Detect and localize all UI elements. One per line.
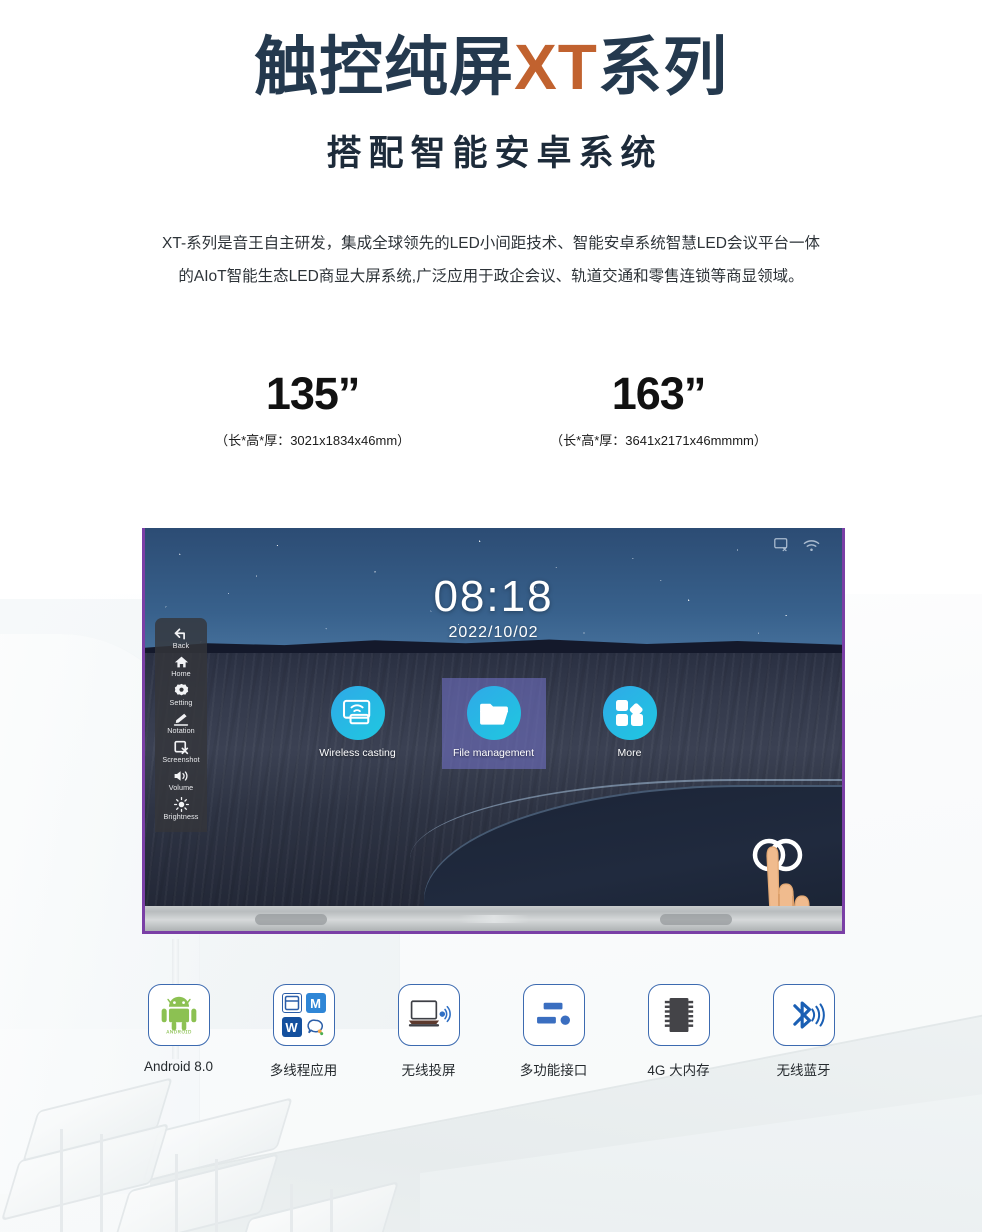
- app-wireless-casting[interactable]: Wireless casting: [306, 678, 410, 769]
- window-tile-icon: [281, 993, 302, 1013]
- cast-disconnected-icon[interactable]: [774, 538, 791, 552]
- size-inch-label: 135”: [265, 368, 361, 420]
- app-tile-w-icon: W: [281, 1017, 302, 1037]
- app-label: Wireless casting: [319, 747, 396, 759]
- app-more[interactable]: More: [578, 678, 682, 769]
- dock-item-back[interactable]: Back: [155, 625, 207, 653]
- wifi-icon[interactable]: [803, 539, 820, 552]
- device-bezel: [145, 906, 842, 934]
- back-arrow-icon: [155, 627, 207, 641]
- memory-chip-icon: [647, 984, 710, 1046]
- feature-label: 无线蓝牙: [776, 1063, 831, 1078]
- device-screen: 08:18 2022/10/02 Back Home Setting Notat…: [145, 528, 842, 906]
- feature-bluetooth[interactable]: 无线蓝牙: [763, 984, 845, 1079]
- title-part-2: 系列: [597, 31, 728, 103]
- dock-label: Setting: [169, 697, 193, 707]
- clock-date: 2022/10/02: [448, 624, 539, 641]
- brightness-icon: [155, 796, 207, 812]
- feature-label: 多功能接口: [519, 1063, 588, 1078]
- size-options: 135” （长*高*厚：3021x1834x46mm） 163” （长*高*厚：…: [0, 371, 982, 449]
- app-label: File management: [452, 747, 535, 759]
- feature-multi-port[interactable]: 多功能接口: [513, 984, 595, 1079]
- dock-label: Notation: [167, 725, 195, 735]
- dock-item-setting[interactable]: Setting: [155, 681, 207, 710]
- clock-widget: 08:18 2022/10/02: [145, 572, 842, 642]
- feature-label: 多线程应用: [269, 1063, 338, 1078]
- feature-label: Android 8.0: [143, 1059, 214, 1074]
- app-tile-m-icon: M: [305, 993, 326, 1013]
- feature-label: 4G 大内存: [647, 1063, 710, 1078]
- screen-cast-icon: [330, 686, 385, 740]
- app-file-management[interactable]: File management: [441, 678, 546, 769]
- led-display-device: 08:18 2022/10/02 Back Home Setting Notat…: [142, 528, 845, 942]
- multi-port-icon: [522, 984, 585, 1046]
- dock-label: Back: [172, 641, 190, 650]
- size-option-163: 163” （长*高*厚：3641x2171x46mmmm）: [550, 371, 767, 449]
- multi-app-grid-icon: M W: [272, 984, 335, 1046]
- feature-memory[interactable]: 4G 大内存: [638, 984, 720, 1079]
- feature-list: ᴀɴᴅʀᴏɪᴅ Android 8.0 M W 多线程应用 无线投屏 多功能接口…: [0, 984, 982, 1079]
- dock-label: Volume: [168, 782, 194, 792]
- dock-item-volume[interactable]: Volume: [155, 767, 207, 795]
- feature-multitasking[interactable]: M W 多线程应用: [263, 984, 345, 1079]
- title-accent-xt: XT: [514, 31, 598, 103]
- folder-icon: [466, 686, 521, 740]
- status-bar: [774, 538, 820, 552]
- chat-bubble-icon: [305, 1017, 326, 1037]
- bluetooth-icon: [772, 984, 835, 1046]
- dock-item-notation[interactable]: Notation: [155, 710, 207, 738]
- apps-grid-icon: [602, 686, 657, 740]
- intro-line-1: XT-系列是音王自主研发，集成全球领先的LED小间距技术、智能安卓系统智慧LED…: [162, 235, 820, 253]
- feature-android[interactable]: ᴀɴᴅʀᴏɪᴅ Android 8.0: [138, 984, 220, 1079]
- gear-icon: [155, 683, 207, 698]
- dock-item-brightness[interactable]: Brightness: [155, 795, 207, 824]
- app-shortcuts-row: Wireless casting File management More: [145, 678, 842, 769]
- dock-label: Brightness: [163, 811, 199, 821]
- svg-text:ᴀɴᴅʀᴏɪᴅ: ᴀɴᴅʀᴏɪᴅ: [166, 1028, 192, 1035]
- page-subtitle: 搭配智能安卓系统: [326, 134, 663, 174]
- size-option-135: 135” （长*高*厚：3021x1834x46mm）: [215, 371, 410, 449]
- dock-item-home[interactable]: Home: [155, 653, 207, 681]
- dock-label: Home: [171, 668, 191, 678]
- intro-line-2: 的AIoT智能生态LED商显大屏系统,广泛应用于政企会议、轨道交通和零售连锁等商…: [178, 267, 804, 285]
- android-robot-icon: ᴀɴᴅʀᴏɪᴅ: [147, 984, 210, 1046]
- size-dimensions-label: （长*高*厚：3641x2171x46mmmm）: [550, 433, 767, 449]
- wireless-screen-mirroring-icon: [397, 984, 460, 1046]
- intro-paragraph: XT-系列是音王自主研发，集成全球领先的LED小间距技术、智能安卓系统智慧LED…: [126, 228, 856, 293]
- feature-label: 无线投屏: [401, 1063, 456, 1078]
- side-dock: Back Home Setting Notation Screenshot Vo…: [155, 618, 207, 833]
- size-dimensions-label: （长*高*厚：3021x1834x46mm）: [215, 433, 411, 449]
- clock-time: 08:18: [433, 572, 554, 621]
- speaker-icon: [155, 769, 207, 783]
- home-icon: [155, 655, 207, 669]
- dock-item-screenshot[interactable]: Screenshot: [155, 738, 207, 767]
- app-label: More: [617, 747, 642, 759]
- hero-section: 触控纯屏XT系列 搭配智能安卓系统: [0, 31, 982, 176]
- page-title: 触控纯屏XT系列: [0, 31, 982, 103]
- size-inch-label: 163”: [611, 368, 707, 420]
- feature-wireless-mirroring[interactable]: 无线投屏: [388, 984, 470, 1079]
- dock-label: Screenshot: [162, 754, 200, 764]
- pen-icon: [155, 712, 207, 726]
- title-part-1: 触控纯屏: [254, 31, 515, 103]
- screenshot-icon: [155, 740, 207, 755]
